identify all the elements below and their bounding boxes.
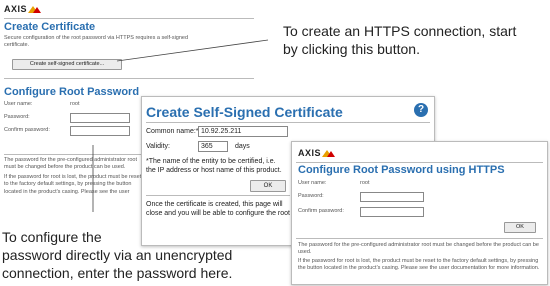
https-user-name-value: root [360,180,370,186]
callout-https-line-1: To create an HTTPS connection, start [283,23,517,39]
callout-unencrypted-line-3: connection, enter the password here. [2,265,233,281]
validity-value: 365 [201,143,213,150]
cert-info-divider [146,195,290,196]
https-confirm-field[interactable] [360,207,424,217]
validity-input[interactable]: 365 [198,141,228,152]
cert-info-text: Once the certificate is created, this pa… [146,201,290,218]
cert-dialog-title: Create Self-Signed Certificate [146,104,343,120]
callout-unencrypted-line-2: password directly via an unencrypted [2,247,233,263]
https-ok-button[interactable]: OK [504,222,536,233]
https-axis-logo-accent-icon [327,151,336,157]
https-note-2: If the password for root is lost, the pr… [298,258,540,272]
https-confirm-label: Confirm password: [298,208,344,214]
https-root-password-window: AXIS Configure Root Password using HTTPS… [291,141,548,285]
callout-https-line-2: by clicking this button. [283,41,420,57]
https-password-label: Password: [298,193,324,199]
https-user-name-label: User name: [298,180,327,186]
https-note-1: The password for the pre-configured admi… [298,242,539,256]
common-name-value: 10.92.25.211 [201,128,242,135]
https-axis-logo: AXIS [298,148,336,158]
cert-ok-button[interactable]: OK [250,180,286,192]
https-header-divider [296,162,543,163]
callout-https: To create an HTTPS connection, start by … [283,22,550,58]
common-name-label: Common name:* [146,128,199,135]
validity-label: Validity: [146,143,170,150]
https-password-field[interactable] [360,192,424,202]
validity-unit: days [235,143,250,150]
common-name-input[interactable]: 10.92.25.211 [198,126,288,137]
common-name-footnote: *The name of the entity to be certified,… [146,158,282,175]
https-notes-divider [296,238,543,239]
cert-dialog-divider [146,122,430,123]
https-title: Configure Root Password using HTTPS [298,164,505,176]
https-axis-logo-text: AXIS [298,148,322,158]
help-icon-glyph: ? [417,104,425,115]
callout-unencrypted-line-1: To configure the [2,229,102,245]
help-icon[interactable]: ? [414,103,428,117]
callout-unencrypted: To configure the password directly via a… [2,228,287,282]
